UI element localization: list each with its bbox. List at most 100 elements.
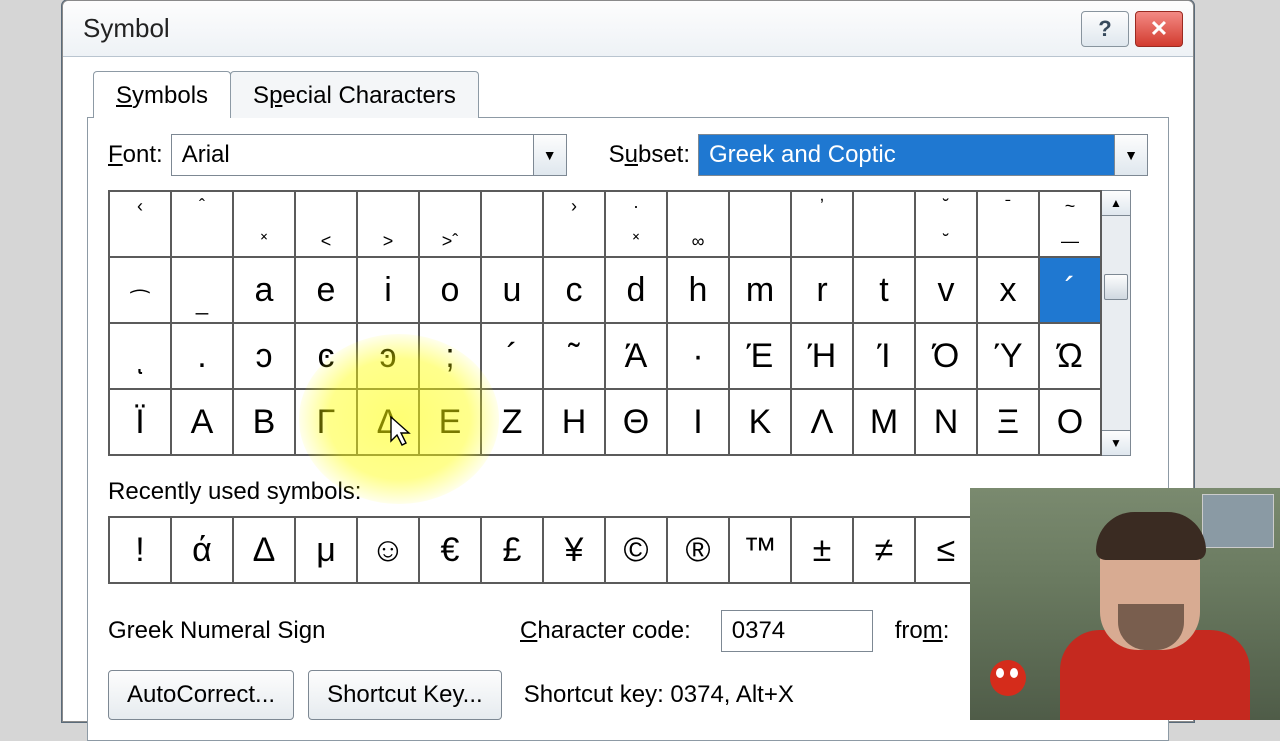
symbol-cell[interactable]: ˃ <box>357 191 419 257</box>
symbol-cell[interactable]: u <box>481 257 543 323</box>
symbol-cell[interactable]: Γ <box>295 389 357 455</box>
symbol-cell[interactable] <box>729 191 791 257</box>
symbol-cell[interactable] <box>481 191 543 257</box>
symbol-cell[interactable]: ˘˘ <box>915 191 977 257</box>
symbol-cell[interactable]: c <box>543 257 605 323</box>
symbol-cell[interactable]: x <box>977 257 1039 323</box>
symbol-cell[interactable]: ‹ <box>109 191 171 257</box>
symbol-cell[interactable]: Η <box>543 389 605 455</box>
recent-symbol-cell[interactable]: ☺ <box>357 517 419 583</box>
symbol-cell[interactable]: Ό <box>915 323 977 389</box>
help-button[interactable]: ? <box>1081 11 1129 47</box>
symbol-cell[interactable]: ͽ <box>357 323 419 389</box>
symbol-cell[interactable]: Έ <box>729 323 791 389</box>
symbol-cell[interactable]: › <box>543 191 605 257</box>
symbol-cell[interactable]: ⁀ <box>109 257 171 323</box>
symbol-cell[interactable]: Ι <box>667 389 729 455</box>
font-label: Font: <box>108 141 163 169</box>
titlebar: Symbol ? ✕ <box>63 1 1193 57</box>
symbol-cell[interactable]: Ο <box>1039 389 1101 455</box>
symbol-cell[interactable]: Β <box>233 389 295 455</box>
scroll-track[interactable] <box>1102 216 1130 430</box>
autocorrect-button[interactable]: AutoCorrect... <box>108 670 294 720</box>
symbol-cell[interactable]: Ζ <box>481 389 543 455</box>
symbol-cell[interactable]: i <box>357 257 419 323</box>
close-icon: ✕ <box>1150 16 1168 42</box>
symbol-cell[interactable]: ; <box>419 323 481 389</box>
symbol-cell[interactable]: ῀ <box>543 323 605 389</box>
symbol-cell[interactable]: Κ <box>729 389 791 455</box>
recent-symbol-cell[interactable]: ™ <box>729 517 791 583</box>
symbol-cell[interactable]: Ύ <box>977 323 1039 389</box>
symbol-cell[interactable]: ·˟ <box>605 191 667 257</box>
symbol-cell[interactable]: Ν <box>915 389 977 455</box>
chevron-down-icon: ▼ <box>1114 135 1147 175</box>
symbol-cell[interactable]: _ <box>171 257 233 323</box>
symbol-cell[interactable]: ͺ <box>109 323 171 389</box>
symbol-cell[interactable]: ˃ˆ <box>419 191 481 257</box>
shortcut-key-button[interactable]: Shortcut Key... <box>308 670 502 720</box>
symbol-cell[interactable]: Μ <box>853 389 915 455</box>
symbol-cell[interactable]: h <box>667 257 729 323</box>
recent-symbol-cell[interactable]: ± <box>791 517 853 583</box>
recent-symbol-cell[interactable]: © <box>605 517 667 583</box>
symbol-cell[interactable]: Ή <box>791 323 853 389</box>
recent-symbol-cell[interactable]: € <box>419 517 481 583</box>
symbol-cell[interactable]: Λ <box>791 389 853 455</box>
symbol-cell[interactable]: a <box>233 257 295 323</box>
symbol-cell[interactable]: Α <box>171 389 233 455</box>
close-button[interactable]: ✕ <box>1135 11 1183 47</box>
symbol-cell[interactable] <box>853 191 915 257</box>
symbol-cell[interactable]: o <box>419 257 481 323</box>
symbol-cell[interactable]: ͻ <box>233 323 295 389</box>
symbol-cell[interactable]: ˉ <box>977 191 1039 257</box>
tab-symbols[interactable]: Symbols <box>93 71 231 118</box>
font-combo[interactable]: Arial ▼ <box>171 134 567 176</box>
symbol-cell[interactable]: . <box>171 323 233 389</box>
from-label: from: <box>895 617 950 645</box>
symbol-cell[interactable]: Ώ <box>1039 323 1101 389</box>
symbol-cell[interactable]: ˂ <box>295 191 357 257</box>
symbol-cell[interactable]: v <box>915 257 977 323</box>
symbol-cell[interactable]: d <box>605 257 667 323</box>
symbol-cell[interactable]: ˟ <box>233 191 295 257</box>
symbol-cell[interactable]: Ϊ <box>109 389 171 455</box>
symbol-cell[interactable]: ´ <box>481 323 543 389</box>
symbol-cell[interactable]: r <box>791 257 853 323</box>
recent-symbol-cell[interactable]: μ <box>295 517 357 583</box>
scroll-thumb[interactable] <box>1104 274 1128 300</box>
symbol-cell[interactable]: Δ <box>357 389 419 455</box>
symbol-cell[interactable]: t <box>853 257 915 323</box>
symbol-cell[interactable]: Ξ <box>977 389 1039 455</box>
recent-symbol-cell[interactable]: ≤ <box>915 517 977 583</box>
symbol-cell[interactable]: Ά <box>605 323 667 389</box>
symbol-cell[interactable]: Ε <box>419 389 481 455</box>
recent-symbol-cell[interactable]: ¥ <box>543 517 605 583</box>
symbol-cell[interactable]: ʼ <box>791 191 853 257</box>
symbol-cell[interactable]: ˆ <box>171 191 233 257</box>
grid-scrollbar[interactable]: ▲ ▼ <box>1102 190 1131 456</box>
tab-special-characters[interactable]: Special Characters <box>230 71 479 118</box>
symbol-cell[interactable]: ´ <box>1039 257 1101 323</box>
tab-strip: Symbols Special Characters <box>93 71 1169 118</box>
symbol-cell[interactable]: Ί <box>853 323 915 389</box>
char-code-label: Character code: <box>520 617 691 645</box>
recent-symbol-cell[interactable]: ≠ <box>853 517 915 583</box>
scroll-up-icon[interactable]: ▲ <box>1102 191 1130 216</box>
subset-combo[interactable]: Greek and Coptic ▼ <box>698 134 1148 176</box>
symbol-cell[interactable]: ∞ <box>667 191 729 257</box>
subset-label: Subset: <box>609 141 690 169</box>
recent-symbol-cell[interactable]: £ <box>481 517 543 583</box>
scroll-down-icon[interactable]: ▼ <box>1102 430 1130 455</box>
symbol-cell[interactable]: · <box>667 323 729 389</box>
symbol-cell[interactable]: e <box>295 257 357 323</box>
symbol-cell[interactable]: ͼ <box>295 323 357 389</box>
symbol-cell[interactable]: ~— <box>1039 191 1101 257</box>
recent-symbol-cell[interactable]: ! <box>109 517 171 583</box>
recent-symbol-cell[interactable]: ά <box>171 517 233 583</box>
recent-symbol-cell[interactable]: Δ <box>233 517 295 583</box>
char-code-input[interactable] <box>721 610 873 652</box>
symbol-cell[interactable]: m <box>729 257 791 323</box>
symbol-cell[interactable]: Θ <box>605 389 667 455</box>
recent-symbol-cell[interactable]: ® <box>667 517 729 583</box>
